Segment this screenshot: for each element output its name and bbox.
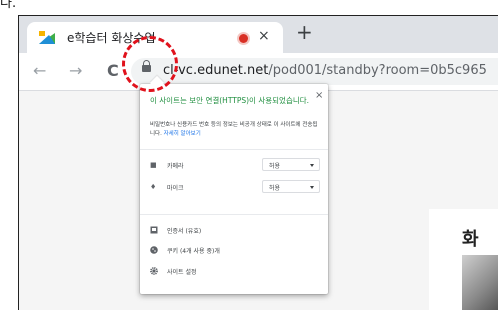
cookies-label: 쿠키 (4개 사용 중)개 bbox=[167, 248, 220, 255]
divider bbox=[140, 149, 328, 150]
microphone-icon: ♦ bbox=[150, 183, 157, 191]
camera-permission-select[interactable]: 허용 bbox=[262, 158, 320, 171]
reload-button[interactable]: C bbox=[107, 61, 119, 80]
card-heading: 화 bbox=[462, 229, 479, 250]
divider bbox=[140, 214, 328, 215]
annotation-highlight-circle bbox=[122, 36, 178, 92]
url-text[interactable]: cl-vc.edunet.net/pod001/standby?room=0b5… bbox=[163, 63, 498, 78]
chevron-down-icon bbox=[310, 164, 314, 167]
connection-secure-heading: 이 사이트는 보안 연결(HTTPS)이 사용되었습니다. bbox=[150, 96, 310, 105]
address-bar[interactable]: cl-vc.edunet.net/pod001/standby?room=0b5… bbox=[131, 58, 498, 85]
url-path: /pod001/standby?room=0b5c965 bbox=[268, 63, 487, 78]
certificate-label: 인증서 (유효) bbox=[167, 228, 202, 235]
site-settings-label: 사이트 설정 bbox=[167, 269, 197, 276]
new-tab-button[interactable]: + bbox=[296, 20, 313, 44]
permission-label: 마이크 bbox=[167, 185, 184, 192]
chevron-down-icon bbox=[310, 186, 314, 189]
browser-window: e학습터 화상수업 × + ← → C cl-vc.edunet.net/pod… bbox=[18, 15, 498, 310]
permission-row-microphone: ♦ 마이크 허용 bbox=[150, 180, 322, 194]
permission-row-camera: ■ 카메라 허용 bbox=[150, 158, 322, 172]
url-host: cl-vc.edunet.net bbox=[163, 63, 269, 78]
learn-more-link[interactable]: 자세히 알아보기 bbox=[164, 131, 201, 137]
certificate-item[interactable]: 인증서 (유효) bbox=[150, 224, 322, 238]
certificate-icon bbox=[150, 226, 158, 234]
camera-icon: ■ bbox=[150, 161, 157, 169]
connection-description: 비밀번호나 신용카드 번호 등의 정보는 비공개 상태로 이 사이트에 전송됩니… bbox=[150, 121, 322, 139]
site-favicon-icon bbox=[39, 31, 55, 44]
microphone-permission-select[interactable]: 허용 bbox=[262, 180, 320, 193]
page-caption-fragment: 다. bbox=[0, 0, 17, 11]
cookies-item[interactable]: 쿠키 (4개 사용 중)개 bbox=[150, 244, 322, 258]
select-value: 허용 bbox=[269, 185, 281, 192]
forward-button[interactable]: → bbox=[69, 61, 82, 80]
tab-close-button[interactable]: × bbox=[258, 28, 270, 44]
card-image bbox=[462, 255, 498, 310]
settings-icon bbox=[150, 267, 158, 275]
back-button[interactable]: ← bbox=[33, 61, 46, 80]
content-card: 화 bbox=[429, 209, 498, 310]
permission-label: 카메라 bbox=[167, 163, 184, 170]
select-value: 허용 bbox=[269, 163, 281, 170]
site-info-popup: × 이 사이트는 보안 연결(HTTPS)이 사용되었습니다. 비밀번호나 신용… bbox=[140, 75, 328, 294]
popup-close-button[interactable]: × bbox=[315, 90, 323, 101]
recording-indicator-icon bbox=[239, 34, 248, 43]
site-settings-item[interactable]: 사이트 설정 bbox=[150, 265, 322, 279]
cookie-icon bbox=[150, 246, 158, 254]
